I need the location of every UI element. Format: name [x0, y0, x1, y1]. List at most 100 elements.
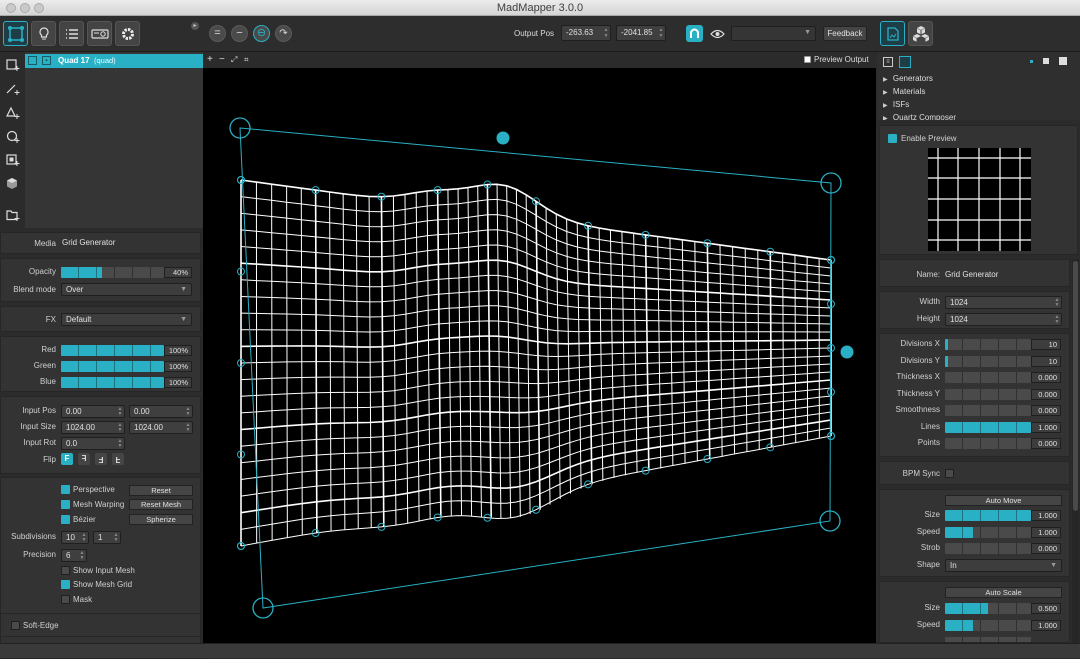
input-size-y-field[interactable]: 1024.00▲▼ — [129, 421, 193, 434]
soft-edge-checkbox[interactable] — [11, 621, 20, 630]
opacity-value[interactable]: 40% — [164, 267, 192, 278]
thickness-y-slider[interactable] — [945, 389, 1031, 400]
reset-mesh-button[interactable]: Reset Mesh — [129, 499, 193, 510]
auto-move-size-slider[interactable] — [945, 510, 1031, 521]
input-rot-field[interactable]: 0.0▲▼ — [61, 437, 125, 450]
move-handle-icon[interactable] — [497, 132, 510, 145]
rotate-handle-icon[interactable] — [841, 346, 854, 359]
subdivisions-x-field[interactable]: 10▲▼ — [61, 531, 89, 544]
right-scrollbar[interactable] — [1072, 259, 1079, 643]
height-field[interactable]: 1024▲▼ — [945, 313, 1062, 326]
auto-move-button[interactable]: Auto Move — [945, 495, 1062, 506]
divisions-y-value[interactable]: 10 — [1031, 356, 1061, 367]
mirror-horizontal-button[interactable]: = — [209, 25, 226, 42]
flip-none-button[interactable]: F — [61, 453, 73, 465]
flip-both-button[interactable]: F — [112, 453, 124, 465]
add-triangle-icon[interactable] — [6, 106, 20, 120]
auto-move-strob-value[interactable]: 0.000 — [1031, 543, 1061, 554]
output-pos-x-field[interactable]: -263.63▲▼ — [561, 25, 611, 41]
auto-move-size-value[interactable]: 1.000 — [1031, 510, 1061, 521]
bezier-checkbox[interactable] — [61, 515, 70, 524]
smoothness-value[interactable]: 0.000 — [1031, 405, 1061, 416]
auto-move-strob-slider[interactable] — [945, 543, 1031, 554]
disclosure-triangle-icon[interactable]: ▶ — [883, 90, 888, 96]
divisions-x-slider[interactable] — [945, 339, 1031, 350]
library-item[interactable]: ▶ Generators — [883, 74, 1073, 86]
add-mask-icon[interactable] — [6, 153, 20, 167]
thickness-x-slider[interactable] — [945, 372, 1031, 383]
output-pos-y-field[interactable]: -2041.85▲▼ — [616, 25, 666, 41]
disclosure-triangle-icon[interactable]: ▶ — [883, 77, 888, 83]
center-button[interactable]: ⊖ — [253, 25, 270, 42]
auto-scale-speed-value[interactable]: 1.000 — [1031, 620, 1061, 631]
red-value[interactable]: 100% — [164, 345, 192, 356]
auto-scale-size-slider[interactable] — [945, 603, 1031, 614]
name-value[interactable]: Grid Generator — [945, 269, 998, 281]
mesh-warping-checkbox[interactable] — [61, 500, 70, 509]
add-folder-icon[interactable] — [6, 208, 20, 222]
surface-mode-button[interactable] — [3, 21, 28, 46]
add-3d-object-icon[interactable] — [6, 177, 20, 191]
red-slider[interactable] — [61, 345, 164, 356]
preview-output-checkbox[interactable] — [804, 56, 811, 63]
blend-mode-select[interactable]: Over▼ — [61, 283, 192, 296]
stepper-icon[interactable]: ▲▼ — [117, 423, 123, 433]
output-canvas[interactable] — [203, 68, 876, 643]
stepper-icon[interactable]: ▲▼ — [1054, 315, 1060, 325]
output-select[interactable]: ▼ — [731, 26, 816, 41]
stepper-icon[interactable]: ▲▼ — [185, 407, 191, 417]
media-value[interactable]: Grid Generator — [62, 238, 115, 247]
large-grid-icon[interactable] — [1059, 57, 1067, 65]
points-slider[interactable] — [945, 438, 1031, 449]
blue-value[interactable]: 100% — [164, 377, 192, 388]
stepper-icon[interactable]: ▲▼ — [117, 407, 123, 417]
green-value[interactable]: 100% — [164, 361, 192, 372]
enable-preview-checkbox[interactable] — [888, 134, 897, 143]
thickness-y-value[interactable]: 0.000 — [1031, 389, 1061, 400]
projector-button[interactable] — [87, 21, 112, 46]
preview-eye-button[interactable] — [709, 25, 726, 42]
library-item[interactable]: ▶ Materials — [883, 87, 1073, 99]
fx-select[interactable]: Default▼ — [61, 313, 192, 326]
library-item[interactable]: ▶ ISFs — [883, 100, 1073, 112]
stepper-icon[interactable]: ▲▼ — [81, 533, 87, 543]
image-view-icon[interactable] — [899, 56, 911, 68]
thickness-x-value[interactable]: 0.000 — [1031, 372, 1061, 383]
add-line-icon[interactable] — [6, 82, 20, 96]
auto-move-speed-value[interactable]: 1.000 — [1031, 527, 1061, 538]
toolbar-overflow-icon[interactable]: ▸ — [191, 22, 199, 30]
stepper-icon[interactable]: ▲▼ — [603, 27, 609, 39]
opacity-slider[interactable] — [61, 267, 164, 278]
smoothness-slider[interactable] — [945, 405, 1031, 416]
frame-icon[interactable]: ⌗ — [244, 55, 249, 65]
flip-horizontal-button[interactable]: F — [78, 453, 90, 465]
surface-list-item[interactable]: ▪ Quad 17 (quad) — [25, 54, 203, 68]
input-pos-y-field[interactable]: 0.00▲▼ — [129, 405, 193, 418]
list-view-button[interactable] — [59, 21, 84, 46]
stepper-icon[interactable]: ▲▼ — [117, 439, 123, 449]
zoom-in-icon[interactable]: + — [207, 54, 213, 66]
materials-tab-button[interactable] — [908, 21, 933, 46]
auto-scale-button[interactable]: Auto Scale — [945, 587, 1062, 598]
bpm-sync-checkbox[interactable] — [945, 469, 954, 478]
blue-slider[interactable] — [61, 377, 164, 388]
lines-value[interactable]: 1.000 — [1031, 422, 1061, 433]
show-mesh-grid-checkbox[interactable] — [61, 580, 70, 589]
zoom-out-icon[interactable]: − — [219, 54, 225, 66]
feedback-button[interactable]: Feedback — [823, 26, 867, 41]
auto-scale-size-value[interactable]: 0.500 — [1031, 603, 1061, 614]
input-size-x-field[interactable]: 1024.00▲▼ — [61, 421, 125, 434]
magnet-button[interactable] — [686, 25, 703, 42]
subdivisions-y-field[interactable]: 1▲▼ — [93, 531, 121, 544]
reset-button[interactable]: Reset — [129, 485, 193, 496]
mask-checkbox[interactable] — [61, 595, 70, 604]
fit-icon[interactable]: ⤢ — [231, 55, 237, 65]
scrollbar-thumb[interactable] — [1073, 261, 1078, 511]
perspective-checkbox[interactable] — [61, 485, 70, 494]
auto-scale-speed-slider[interactable] — [945, 620, 1031, 631]
flip-vertical-button[interactable]: F — [95, 453, 107, 465]
settings-button[interactable] — [115, 21, 140, 46]
warped-grid-view[interactable] — [203, 68, 876, 643]
green-slider[interactable] — [61, 361, 164, 372]
zoom-window-button[interactable] — [34, 3, 44, 13]
